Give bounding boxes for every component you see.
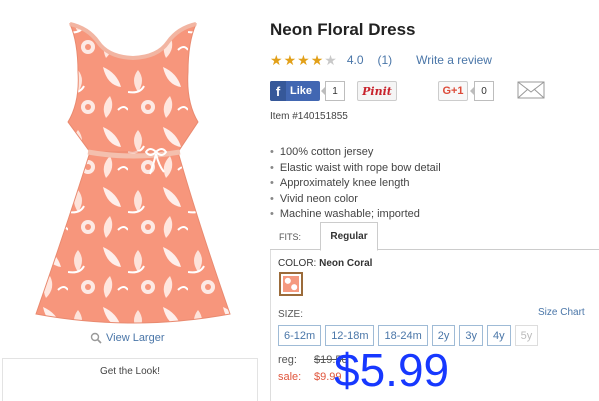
google-plus-count: 0 xyxy=(470,81,494,101)
list-item: Approximately knee length xyxy=(270,176,441,192)
facebook-like-count: 1 xyxy=(321,81,345,101)
panel-divider xyxy=(270,250,271,401)
list-item: 100% cotton jersey xyxy=(270,145,441,161)
rating-count[interactable]: (1) xyxy=(378,53,393,67)
rating-stars: ★ ★ ★ ★ ★ xyxy=(270,53,337,67)
social-share-bar: f Like 1 Pinit G+1 0 xyxy=(270,81,590,101)
size-options: 6-12m 12-18m 18-24m 2y 3y 4y 5y xyxy=(278,325,539,346)
list-item: Vivid neon color xyxy=(270,192,441,208)
star-icon: ★ xyxy=(297,52,310,68)
sale-price-label: sale: xyxy=(278,371,302,383)
color-label: COLOR: xyxy=(278,258,317,269)
product-image[interactable] xyxy=(8,2,258,324)
feature-list: 100% cotton jersey Elastic waist with ro… xyxy=(270,145,441,223)
google-plus-button[interactable]: G+1 xyxy=(438,81,468,101)
rating-row: ★ ★ ★ ★ ★ 4.0 (1) Write a review xyxy=(270,53,492,67)
size-option-6-12m[interactable]: 6-12m xyxy=(278,325,322,346)
item-number: Item #140151855 xyxy=(270,111,348,122)
get-the-look-title: Get the Look! xyxy=(99,366,161,377)
tab-regular[interactable]: Regular xyxy=(320,222,378,251)
size-label: SIZE: xyxy=(278,309,304,320)
star-icon: ★ xyxy=(310,52,324,68)
size-option-4y[interactable]: 4y xyxy=(487,325,511,346)
fits-label: FITS: xyxy=(279,232,301,242)
size-option-12-18m[interactable]: 12-18m xyxy=(325,325,375,346)
size-option-2y[interactable]: 2y xyxy=(431,325,456,346)
overlay-price: $5.99 xyxy=(334,344,450,396)
rating-value: 4.0 xyxy=(346,53,364,67)
size-option-3y[interactable]: 3y xyxy=(459,325,484,346)
write-review-link[interactable]: Write a review xyxy=(416,53,492,67)
product-title: Neon Floral Dress xyxy=(270,20,416,39)
pinterest-button[interactable]: Pinit xyxy=(357,81,397,101)
color-value: Neon Coral xyxy=(319,258,373,269)
list-item: Machine washable; imported xyxy=(270,207,441,223)
star-icon: ★ xyxy=(324,52,337,68)
color-swatch-neon-coral[interactable] xyxy=(279,272,303,296)
swatch-pattern xyxy=(283,276,299,292)
magnifier-icon xyxy=(90,332,102,344)
facebook-icon: f xyxy=(270,81,286,101)
facebook-like-label: Like xyxy=(290,85,313,97)
list-item: Elastic waist with rope bow detail xyxy=(270,161,441,177)
color-label-row: COLOR: Neon Coral xyxy=(278,258,372,269)
size-chart-link[interactable]: Size Chart xyxy=(538,307,585,318)
fits-tabs: FITS: Regular xyxy=(270,222,599,251)
dress-illustration xyxy=(35,22,231,324)
facebook-like-button[interactable]: f Like xyxy=(270,81,320,101)
view-larger-link[interactable]: View Larger xyxy=(90,332,165,344)
email-icon[interactable] xyxy=(517,81,545,99)
view-larger-label: View Larger xyxy=(106,332,165,344)
regular-price-label: reg: xyxy=(278,354,297,366)
size-option-18-24m[interactable]: 18-24m xyxy=(378,325,428,346)
star-icon: ★ xyxy=(270,52,283,68)
star-icon: ★ xyxy=(283,52,297,68)
size-option-5y: 5y xyxy=(514,325,539,346)
get-the-look-panel: Get the Look! xyxy=(2,358,258,401)
